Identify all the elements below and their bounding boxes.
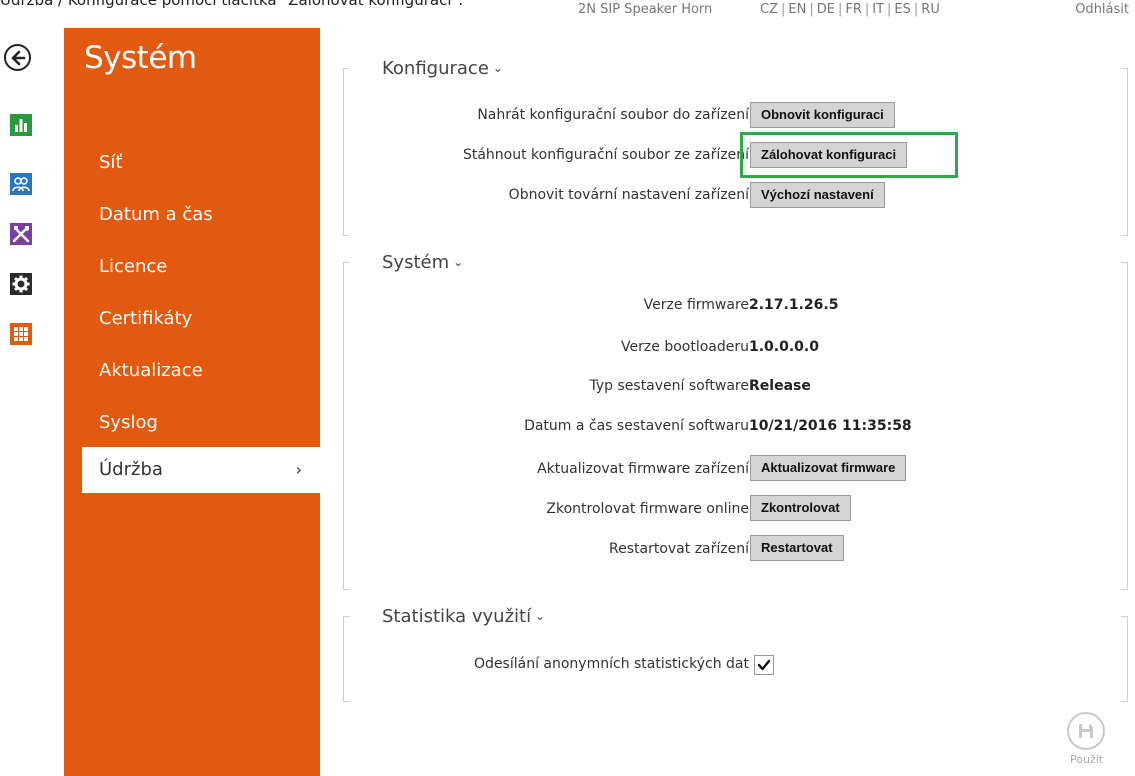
- back-icon: [11, 50, 25, 65]
- firmware-version-value: 2.17.1.26.5: [749, 297, 839, 313]
- lang-de[interactable]: DE: [817, 2, 835, 17]
- save-button[interactable]: [1067, 712, 1105, 750]
- lang-fr[interactable]: FR: [845, 2, 862, 17]
- chevron-down-icon: ⌄: [535, 609, 546, 623]
- tools-icon: [12, 226, 30, 243]
- sidebar-item-label: Certifikáty: [99, 308, 193, 329]
- config-section: Konfigurace ⌄ Nahrát konfigurační soubor …: [343, 58, 1128, 236]
- check-firmware-button[interactable]: Zkontrolovat: [750, 495, 851, 521]
- status-icon: [15, 119, 27, 132]
- chevron-right-icon: ›: [295, 460, 302, 479]
- lang-it[interactable]: IT: [872, 2, 884, 17]
- backup-config-button[interactable]: Zálohovat konfiguraci: [750, 142, 908, 168]
- save-label: Použít: [1070, 753, 1104, 766]
- build-type-value: Release: [749, 378, 811, 394]
- anon-stats-checkbox[interactable]: [754, 655, 774, 675]
- sidebar-item-label: Síť: [99, 152, 123, 173]
- factory-reset-label: Obnovit tovární nastavení zařízení: [508, 187, 749, 203]
- build-type-label: Typ sestavení software: [589, 378, 750, 394]
- chevron-down-icon: ⌄: [492, 61, 503, 75]
- sidebar-item-aktualizace[interactable]: Aktualizace: [64, 350, 320, 392]
- system-section-title[interactable]: Systém ⌄: [380, 252, 466, 273]
- sidebar-item-sit[interactable]: Síť: [64, 142, 320, 184]
- logout-link[interactable]: Odhlásit: [1075, 2, 1129, 17]
- sidebar-item-label: Údržba: [99, 459, 163, 480]
- stats-section: Statistika využití ⌄ Odesílání anonymních…: [343, 606, 1128, 702]
- update-firmware-label: Aktualizovat firmware zařízení: [537, 461, 749, 477]
- lang-es[interactable]: ES: [894, 2, 910, 17]
- grid-icon: [14, 327, 28, 341]
- sidebar-item-licence[interactable]: Licence: [64, 246, 320, 288]
- status-module-button[interactable]: [10, 114, 32, 136]
- stats-section-title[interactable]: Statistika využití ⌄: [380, 606, 548, 627]
- sidebar-item-label: Aktualizace: [99, 360, 203, 381]
- config-section-title[interactable]: Konfigurace ⌄: [380, 58, 505, 79]
- sidebar-item-certifikaty[interactable]: Certifikáty: [64, 298, 320, 340]
- firmware-version-label: Verze firmware: [643, 297, 749, 313]
- sidebar-item-label: Datum a čas: [99, 204, 213, 225]
- chevron-down-icon: ⌄: [453, 255, 464, 269]
- lang-cz[interactable]: CZ: [760, 2, 778, 17]
- sidebar-item-syslog[interactable]: Syslog: [64, 402, 320, 444]
- download-config-label: Stáhnout konfigurační soubor ze zařízení: [462, 147, 749, 163]
- restart-label: Restartovat zařízení: [609, 541, 749, 557]
- bootloader-version-value: 1.0.0.0.0: [749, 339, 819, 355]
- build-date-value: 10/21/2016 11:35:58: [749, 418, 912, 434]
- sidebar-item-label: Syslog: [99, 412, 158, 433]
- factory-reset-button[interactable]: Výchozí nastavení: [750, 182, 885, 208]
- restore-config-button[interactable]: Obnovit konfiguraci: [750, 102, 895, 128]
- services-module-button[interactable]: [10, 223, 32, 245]
- upload-config-label: Nahrát konfigurační soubor do zařízení: [477, 107, 749, 123]
- device-name: 2N SIP Speaker Horn: [578, 2, 713, 17]
- restart-button[interactable]: Restartovat: [750, 535, 844, 561]
- sidebar-item-datum-a-cas[interactable]: Datum a čas: [64, 194, 320, 236]
- update-firmware-button[interactable]: Aktualizovat firmware: [750, 455, 907, 481]
- lang-ru[interactable]: RU: [921, 2, 940, 17]
- language-switcher: CZ | EN | DE | FR | IT | ES | RU: [760, 2, 940, 17]
- sidebar-title: Systém: [84, 40, 197, 76]
- gear-icon: [12, 275, 30, 293]
- top-bar: 2N SIP Speaker Horn CZ | EN | DE | FR | IT | ES | RU…: [0, 0, 1135, 26]
- anon-stats-label: Odesílání anonymních statistických dat: [474, 656, 749, 672]
- floppy-disk-icon: [1079, 724, 1093, 738]
- users-module-button[interactable]: [10, 173, 32, 195]
- lang-en[interactable]: EN: [788, 2, 806, 17]
- checkmark-icon: [757, 659, 771, 671]
- users-icon: [12, 177, 30, 192]
- check-firmware-label: Zkontrolovat firmware online: [546, 501, 749, 517]
- build-date-label: Datum a čas sestavení softwaru: [524, 418, 749, 434]
- bootloader-version-label: Verze bootloaderu: [621, 339, 749, 355]
- sidebar-item-udrzba[interactable]: Údržba ›: [82, 447, 320, 493]
- back-button[interactable]: [4, 44, 31, 71]
- system-section: Systém ⌄ Verze firmware 2.17.1.26.5 Verze…: [343, 252, 1128, 590]
- sidebar: Systém Síť Datum a čas Licence Certifiká…: [64, 28, 320, 776]
- hardware-module-button[interactable]: [10, 273, 32, 295]
- sidebar-item-label: Licence: [99, 256, 168, 277]
- system-module-button[interactable]: [10, 323, 32, 345]
